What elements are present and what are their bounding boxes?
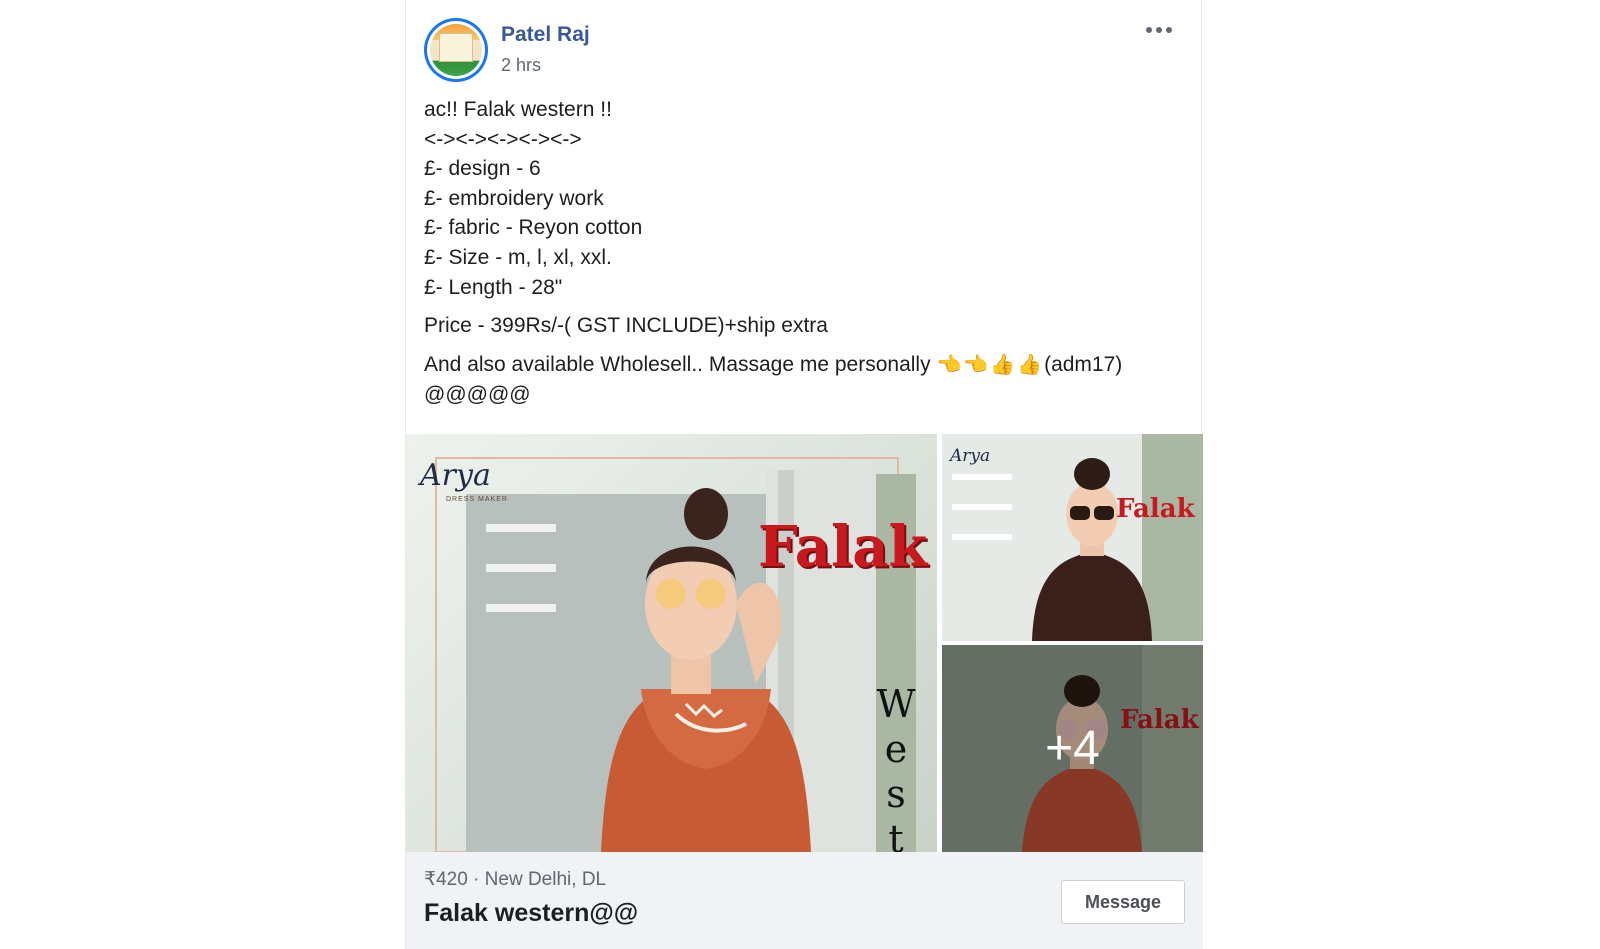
subtitle-letter: t (888, 817, 904, 852)
post-body-text: ac!! Falak western !! <-><-><-><-><-> £-… (424, 95, 1184, 410)
post-text-line: £- Size - m, l, xl, xxl. (424, 245, 612, 269)
brand-logo-text: Arya (420, 458, 491, 493)
listing-footer: ₹420 · New Delhi, DL Falak western@@ Mes… (406, 852, 1203, 949)
more-horizontal-icon-dot (1156, 27, 1162, 33)
photo-gallery: Arya DRESS MAKER Falak W e s t Arya Fala… (406, 434, 1203, 852)
post-text-line: £- Length - 28" (424, 275, 563, 299)
more-options-button[interactable] (1139, 18, 1179, 42)
closing-line: @@@@@ (424, 383, 531, 407)
more-photos-count: +4 (1045, 722, 1100, 775)
collection-title-small: Falak (1116, 494, 1195, 524)
subtitle-letter: s (886, 772, 906, 816)
brand-logo-text-small: Arya (950, 446, 991, 466)
price-line: Price - 399Rs/-( GST INCLUDE)+ship extra (424, 314, 828, 338)
post-text-line: ac!! Falak western !! (424, 98, 612, 121)
thumbs-up-icon: 👍 (990, 353, 1016, 376)
avatar-picture-card (439, 33, 473, 63)
avatar-frame (427, 21, 485, 79)
author-name[interactable]: Patel Raj (501, 23, 590, 47)
avatar-image (430, 24, 482, 76)
gallery-photo-bottom[interactable]: Falak +4 (942, 645, 1203, 852)
avatar[interactable] (424, 18, 488, 82)
post-text-line: £- design - 6 (424, 157, 541, 181)
gallery-photo-main[interactable]: Arya DRESS MAKER Falak W e s t (406, 434, 937, 852)
thumbs-up-icon: 👍 (1017, 353, 1043, 376)
listing-price-location: ₹420 · New Delhi, DL (424, 869, 607, 890)
message-button[interactable]: Message (1061, 880, 1185, 924)
pointing-hand-icon: 👈 (936, 353, 962, 376)
brand-logo-subtext: DRESS MAKER (446, 496, 508, 503)
wholesale-suffix: (adm17) (1044, 352, 1123, 376)
subtitle-letter: e (884, 727, 908, 771)
collection-subtitle: W e s t (876, 682, 916, 852)
subtitle-letter: W (876, 682, 916, 726)
more-photos-overlay[interactable]: +4 (942, 645, 1203, 852)
more-horizontal-icon (1146, 27, 1152, 33)
post-text-line: £- fabric - Reyon cotton (424, 216, 643, 240)
wholesale-line: And also available Wholesell.. Massage m… (424, 350, 1184, 381)
post-text-line: £- embroidery work (424, 186, 604, 210)
listing-title[interactable]: Falak western@@ (424, 899, 638, 928)
post-text-line: <-><-><-><-><-> (424, 127, 582, 151)
more-horizontal-icon-dot (1166, 27, 1172, 33)
marketplace-post: Patel Raj 2 hrs ac!! Falak western !! <-… (405, 0, 1203, 949)
wholesale-text: And also available Wholesell.. Massage m… (424, 352, 931, 376)
gallery-photo-top[interactable]: Arya Falak (942, 434, 1203, 641)
pointing-hand-icon: 👈 (963, 353, 989, 376)
post-header: Patel Raj 2 hrs (424, 18, 1184, 84)
post-timestamp[interactable]: 2 hrs (501, 55, 541, 76)
collection-title: Falak (758, 514, 928, 580)
